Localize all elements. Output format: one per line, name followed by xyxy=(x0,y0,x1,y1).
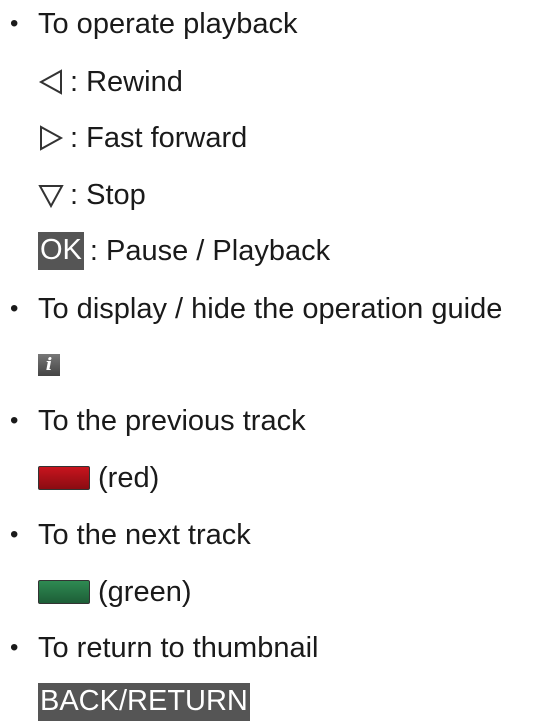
item-label: To the previous track xyxy=(38,404,306,437)
info-icon: i xyxy=(38,354,60,376)
ok-key: OK xyxy=(38,232,84,270)
fast-forward-triangle-right-icon xyxy=(40,125,64,151)
bullet: • xyxy=(10,295,19,322)
back-return-row: BACK/RETURN xyxy=(38,682,256,722)
red-button-icon xyxy=(38,466,90,490)
item-label: To the next track xyxy=(38,518,251,551)
control-rewind: : Rewind xyxy=(38,62,183,102)
list-item-return-thumbnail: • To return to thumbnail xyxy=(10,628,318,668)
red-button-row: (red) xyxy=(38,458,159,498)
control-text: : Stop xyxy=(70,178,146,211)
control-text: : Pause / Playback xyxy=(89,234,331,267)
control-pause-playback: OK : Pause / Playback xyxy=(38,231,330,271)
button-color-text: (red) xyxy=(98,461,160,494)
list-item-operation-guide: • To display / hide the operation guide xyxy=(10,289,502,329)
green-button-row: (green) xyxy=(38,572,192,612)
rewind-triangle-left-icon xyxy=(38,69,62,95)
item-label: To display / hide the operation guide xyxy=(38,292,503,325)
list-item-previous-track: • To the previous track xyxy=(10,401,306,441)
button-color-text: (green) xyxy=(98,575,192,608)
control-fast-forward: : Fast forward xyxy=(38,118,247,158)
green-button-icon xyxy=(38,580,90,604)
bullet: • xyxy=(10,407,19,434)
bullet: • xyxy=(10,521,19,548)
item-label: To operate playback xyxy=(38,7,298,40)
list-item-operate-playback: • To operate playback xyxy=(10,4,298,44)
control-text: : Fast forward xyxy=(70,121,248,154)
list-item-next-track: • To the next track xyxy=(10,515,251,555)
back-return-key: BACK/RETURN xyxy=(38,683,250,721)
info-button-row: i xyxy=(38,345,60,385)
item-label: To return to thumbnail xyxy=(38,631,319,664)
bullet: • xyxy=(10,634,19,661)
control-text: : Rewind xyxy=(70,65,183,98)
stop-triangle-down-icon xyxy=(38,185,64,209)
control-stop: : Stop xyxy=(38,175,146,215)
bullet: • xyxy=(10,10,19,37)
